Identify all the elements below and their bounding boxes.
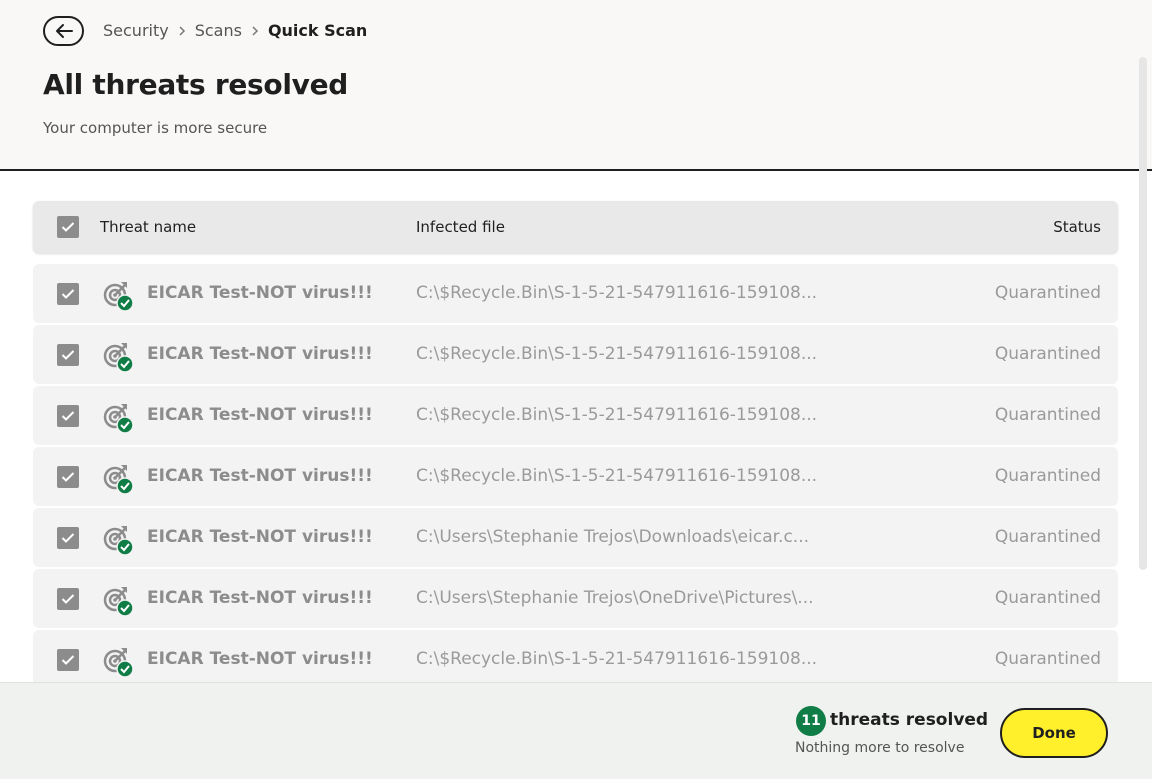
page-title: All threats resolved (43, 68, 349, 101)
infected-file-path: C:\$Recycle.Bin\S-1-5-21-547911616-15910… (416, 344, 818, 364)
threat-status: Quarantined (994, 649, 1101, 669)
page-header: Security Scans Quick Scan All threats re… (0, 0, 1152, 171)
threat-status: Quarantined (994, 527, 1101, 547)
row-checkbox[interactable] (57, 527, 79, 549)
row-checkbox[interactable] (57, 283, 79, 305)
threat-resolved-icon (103, 404, 134, 434)
breadcrumb: Security Scans Quick Scan (103, 21, 367, 40)
threat-list: EICAR Test-NOT virus!!! C:\$Recycle.Bin\… (33, 264, 1118, 682)
checkmark-icon (61, 472, 75, 482)
table-row: EICAR Test-NOT virus!!! C:\$Recycle.Bin\… (33, 325, 1118, 384)
checkmark-icon (61, 411, 75, 421)
threat-status: Quarantined (994, 405, 1101, 425)
threat-count-badge: 11 (796, 706, 826, 736)
checkmark-icon (61, 594, 75, 604)
table-row: EICAR Test-NOT virus!!! C:\$Recycle.Bin\… (33, 264, 1118, 323)
threat-resolved-icon (103, 343, 134, 373)
infected-file-path: C:\$Recycle.Bin\S-1-5-21-547911616-15910… (416, 649, 818, 669)
threat-resolved-icon (103, 465, 134, 495)
threat-name: EICAR Test-NOT virus!!! (147, 283, 373, 303)
threat-resolved-icon (103, 648, 134, 678)
infected-file-path: C:\$Recycle.Bin\S-1-5-21-547911616-15910… (416, 466, 818, 486)
table-header: Threat name Infected file Status (33, 201, 1118, 253)
breadcrumb-current: Quick Scan (267, 21, 368, 40)
threat-status: Quarantined (994, 283, 1101, 303)
row-checkbox[interactable] (57, 405, 79, 427)
resolved-subtitle: Nothing more to resolve (795, 740, 965, 756)
infected-file-path: C:\Users\Stephanie Trejos\Downloads\eica… (416, 527, 810, 547)
threat-name: EICAR Test-NOT virus!!! (147, 588, 373, 608)
threat-name: EICAR Test-NOT virus!!! (147, 649, 373, 669)
row-checkbox[interactable] (57, 344, 79, 366)
chevron-right-icon (251, 25, 259, 37)
threat-resolved-icon (103, 526, 134, 556)
breadcrumb-scans[interactable]: Scans (195, 21, 242, 40)
chevron-right-icon (178, 25, 186, 37)
threat-status: Quarantined (994, 588, 1101, 608)
row-checkbox[interactable] (57, 466, 79, 488)
threat-status: Quarantined (994, 344, 1101, 364)
threat-name: EICAR Test-NOT virus!!! (147, 344, 373, 364)
threat-resolved-icon (103, 282, 134, 312)
checkmark-icon (61, 289, 75, 299)
checkmark-icon (61, 222, 75, 232)
scrollbar[interactable] (1139, 57, 1147, 570)
threat-resolved-icon (103, 587, 134, 617)
breadcrumb-security[interactable]: Security (103, 21, 169, 40)
infected-file-path: C:\Users\Stephanie Trejos\OneDrive\Pictu… (416, 588, 814, 608)
column-header-threat-name[interactable]: Threat name (100, 218, 196, 236)
page-subtitle: Your computer is more secure (43, 119, 268, 137)
arrow-left-icon (55, 24, 73, 38)
checkmark-icon (61, 533, 75, 543)
threat-name: EICAR Test-NOT virus!!! (147, 527, 373, 547)
threat-name: EICAR Test-NOT virus!!! (147, 405, 373, 425)
threat-status: Quarantined (994, 466, 1101, 486)
table-row: EICAR Test-NOT virus!!! C:\$Recycle.Bin\… (33, 447, 1118, 506)
table-row: EICAR Test-NOT virus!!! C:\Users\Stephan… (33, 508, 1118, 567)
table-row: EICAR Test-NOT virus!!! C:\$Recycle.Bin\… (33, 630, 1118, 682)
infected-file-path: C:\$Recycle.Bin\S-1-5-21-547911616-15910… (416, 283, 818, 303)
infected-file-path: C:\$Recycle.Bin\S-1-5-21-547911616-15910… (416, 405, 818, 425)
checkmark-icon (61, 655, 75, 665)
back-button[interactable] (43, 16, 84, 46)
row-checkbox[interactable] (57, 649, 79, 671)
column-header-infected-file[interactable]: Infected file (416, 218, 505, 236)
footer-bar: 11 threats resolved Nothing more to reso… (0, 682, 1152, 779)
resolved-label: threats resolved (830, 710, 989, 730)
checkmark-icon (61, 350, 75, 360)
threat-name: EICAR Test-NOT virus!!! (147, 466, 373, 486)
table-row: EICAR Test-NOT virus!!! C:\Users\Stephan… (33, 569, 1118, 628)
select-all-checkbox[interactable] (57, 216, 79, 238)
table-row: EICAR Test-NOT virus!!! C:\$Recycle.Bin\… (33, 386, 1118, 445)
column-header-status[interactable]: Status (1053, 218, 1101, 236)
row-checkbox[interactable] (57, 588, 79, 610)
done-button[interactable]: Done (1000, 708, 1108, 758)
